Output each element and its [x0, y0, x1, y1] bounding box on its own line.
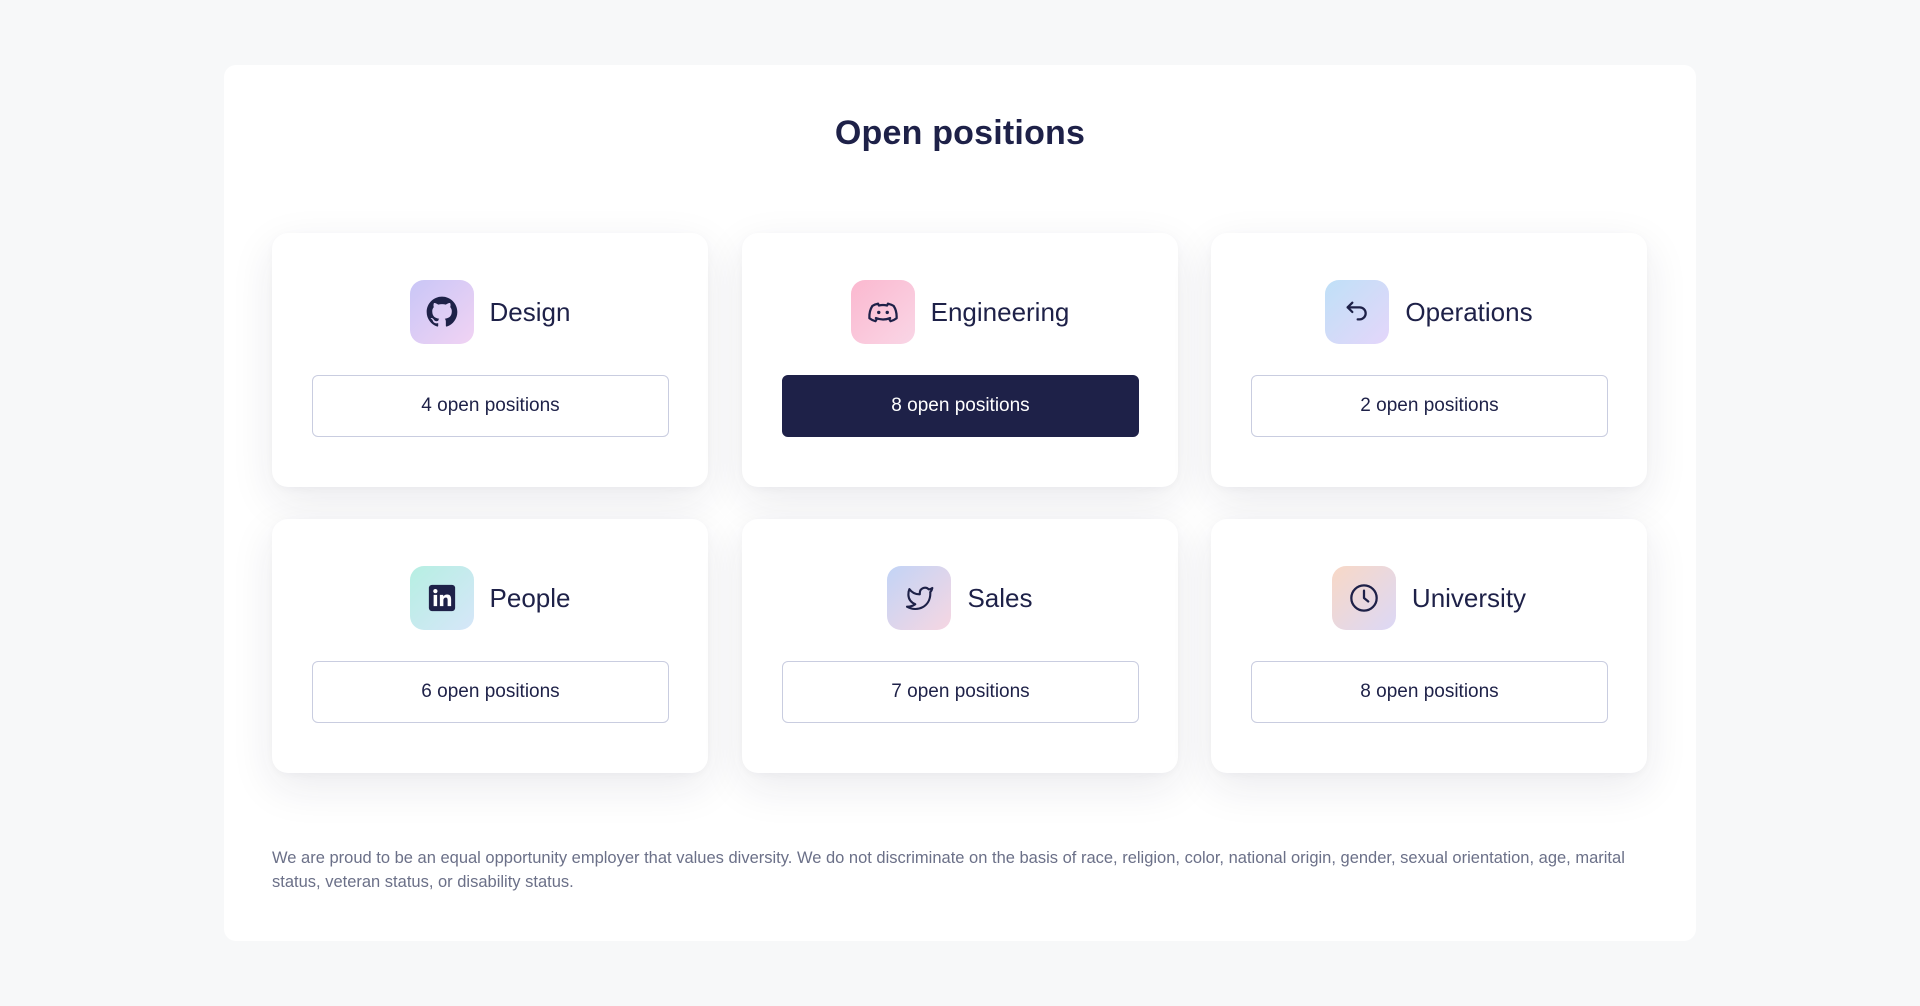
department-label: Sales [967, 582, 1033, 613]
linkedin-icon [409, 566, 474, 630]
card-header: Sales [742, 566, 1178, 630]
card-header: Engineering [742, 280, 1178, 344]
open-positions-panel [224, 65, 1696, 941]
department-card-operations: Operations 2 open positions [1211, 233, 1647, 487]
department-label: University [1411, 582, 1527, 613]
equal-opportunity-statement: We are proud to be an equal opportunity … [272, 849, 1625, 891]
discord-icon [850, 280, 915, 344]
undo-arrow-icon [1325, 280, 1390, 344]
card-header: Operations [1211, 280, 1647, 344]
open-positions-button[interactable]: 6 open positions [312, 661, 669, 723]
open-positions-button[interactable]: 2 open positions [1251, 375, 1608, 437]
department-label: Engineering [930, 296, 1070, 327]
department-card-engineering: Engineering 8 open positions [742, 233, 1178, 487]
department-label: Design [489, 296, 571, 327]
department-label: People [489, 582, 571, 613]
open-positions-button[interactable]: 7 open positions [782, 661, 1139, 723]
department-card-people: People 6 open positions [272, 519, 708, 773]
department-card-sales: Sales 7 open positions [742, 519, 1178, 773]
clock-icon [1331, 566, 1396, 630]
card-header: University [1211, 566, 1647, 630]
twitter-icon [887, 566, 952, 630]
department-card-university: University 8 open positions [1211, 519, 1647, 773]
page-title: Open positions [834, 114, 1086, 152]
open-positions-button[interactable]: 8 open positions [1251, 661, 1608, 723]
github-icon [409, 280, 474, 344]
open-positions-button[interactable]: 4 open positions [312, 375, 669, 437]
open-positions-button[interactable]: 8 open positions [782, 375, 1139, 437]
department-label: Operations [1405, 296, 1533, 327]
department-card-design: Design 4 open positions [272, 233, 708, 487]
card-header: Design [272, 280, 708, 344]
card-header: People [272, 566, 708, 630]
